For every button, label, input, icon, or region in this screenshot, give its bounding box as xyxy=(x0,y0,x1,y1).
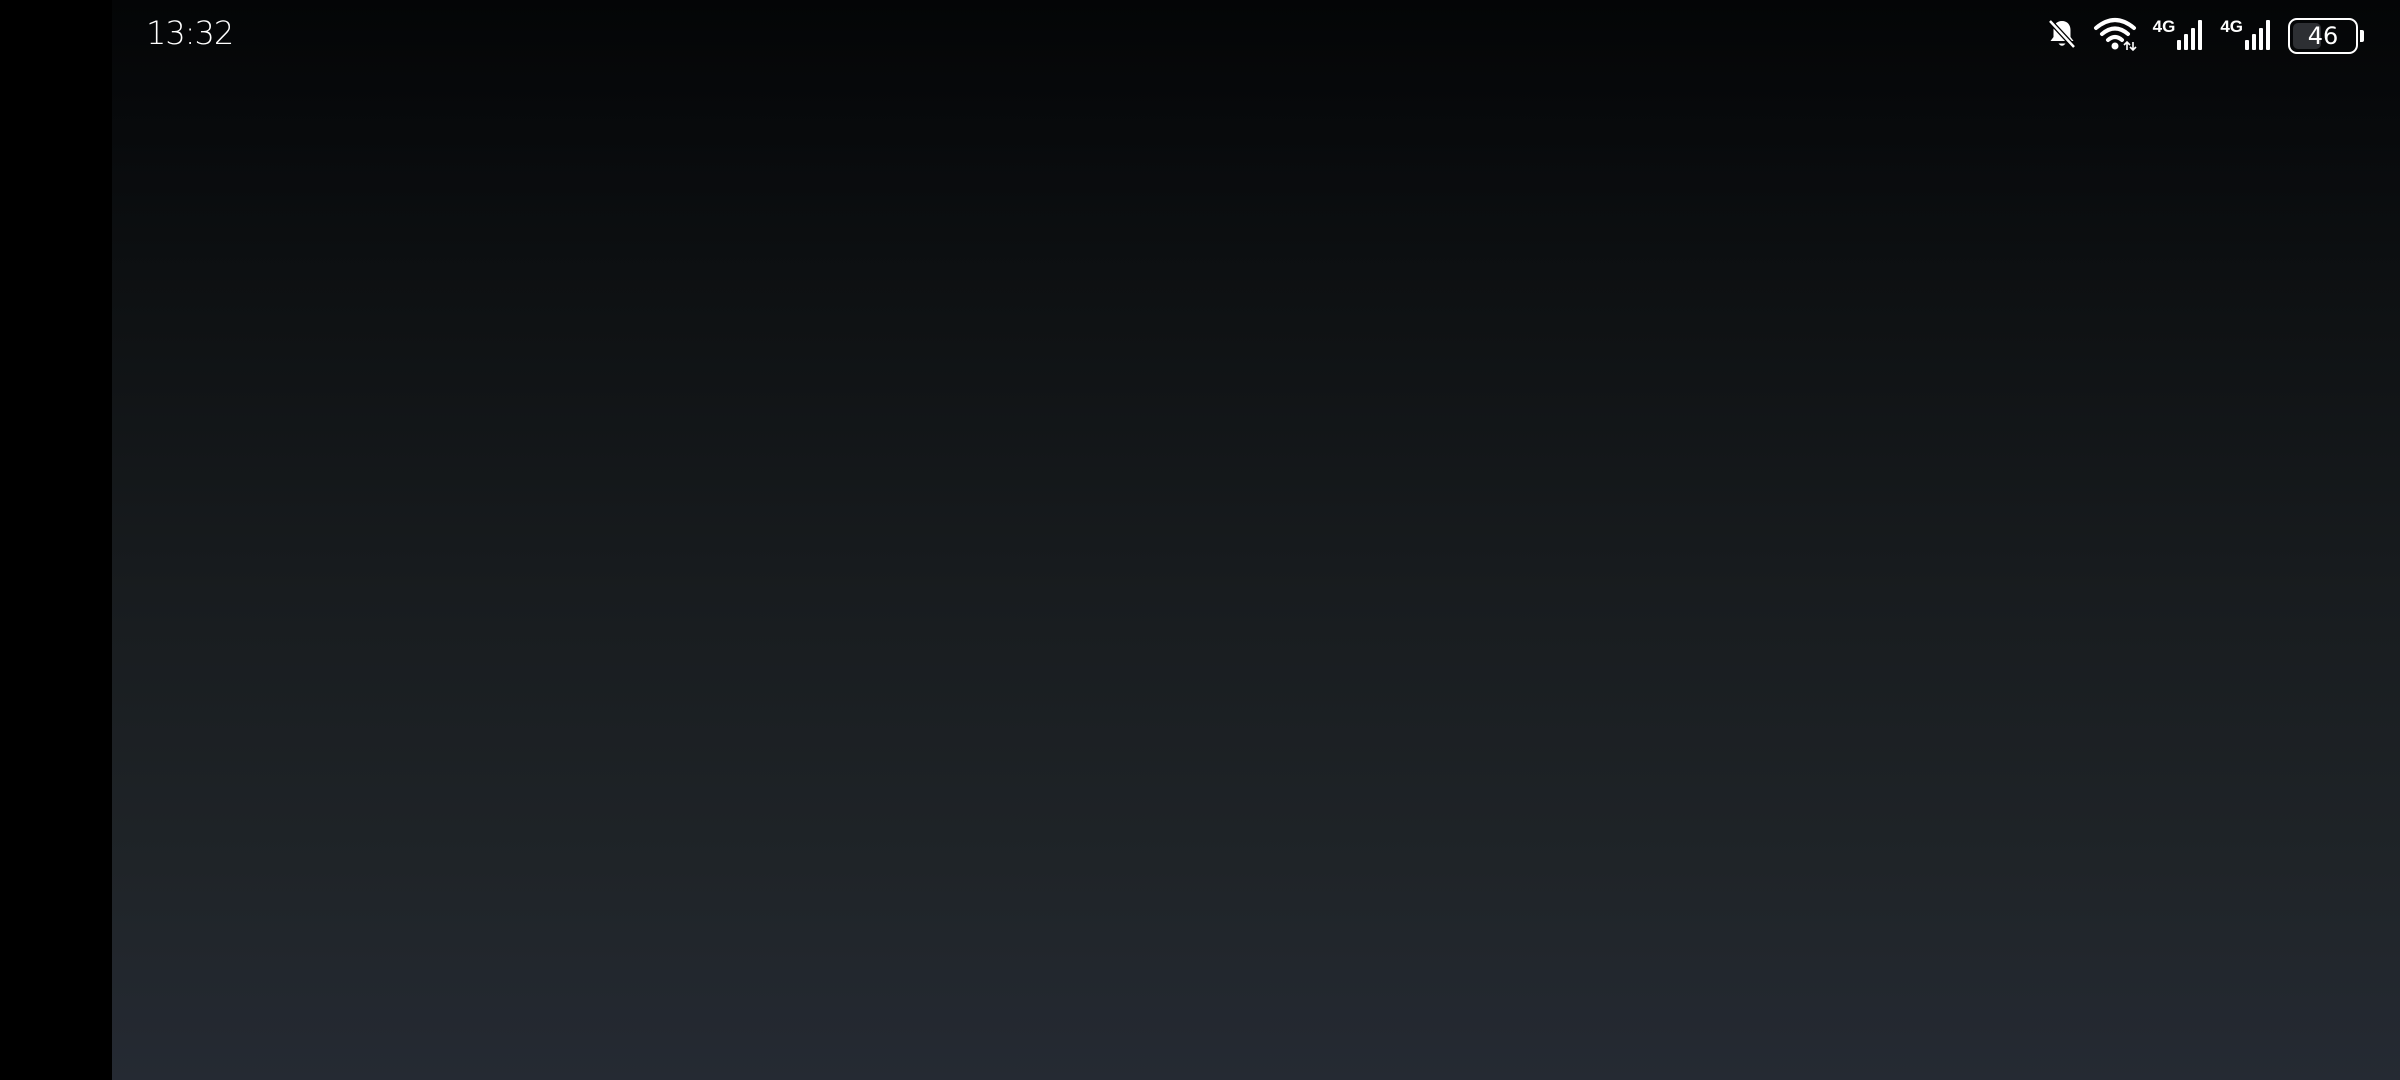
cellular-signal-1: 4G xyxy=(2153,16,2207,56)
display-cutout-band xyxy=(0,0,112,1080)
screen: 13:32 4G 4G 46 xyxy=(0,0,2400,1080)
cellular-signal-icon xyxy=(2176,16,2206,56)
status-clock: 13:32 xyxy=(146,14,234,52)
cellular-signal-2: 4G xyxy=(2220,16,2274,56)
cellular-signal-icon xyxy=(2244,16,2274,56)
status-bar: 13:32 4G 4G 46 xyxy=(112,0,2400,72)
battery-icon: 46 xyxy=(2288,18,2364,54)
network-type-label: 4G xyxy=(2220,17,2243,36)
network-type-label: 4G xyxy=(2152,17,2176,36)
battery-indicator: 46 xyxy=(2288,18,2358,54)
status-icons: 4G 4G 46 xyxy=(2045,14,2364,58)
wifi-icon xyxy=(2093,16,2139,56)
battery-level: 46 xyxy=(2307,22,2339,50)
bell-off-icon xyxy=(2045,17,2079,55)
battery-tip xyxy=(2360,30,2364,42)
app-content-blank xyxy=(112,0,2400,1080)
